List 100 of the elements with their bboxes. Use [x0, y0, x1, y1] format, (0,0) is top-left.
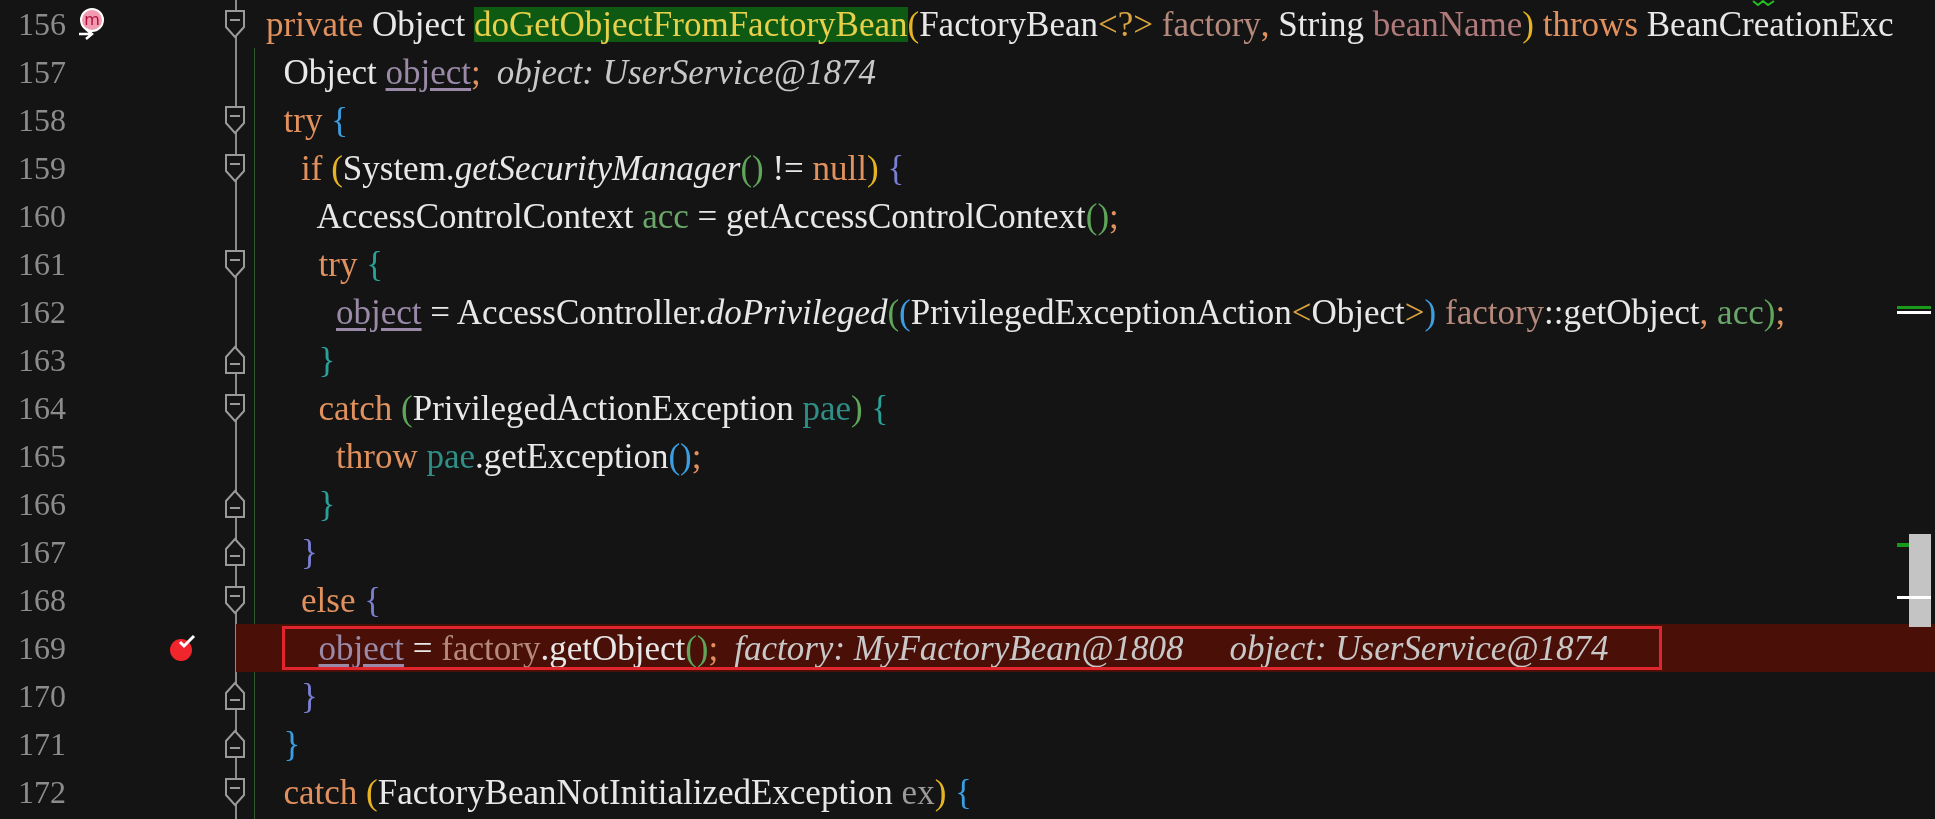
code-token: BeanCreationExc [1646, 6, 1894, 42]
scrollbar-thumb[interactable] [1909, 534, 1931, 627]
code-token: ; [1109, 198, 1119, 234]
fold-icon[interactable] [224, 105, 246, 135]
code-token: ( [331, 150, 343, 186]
code-token: Object [371, 6, 467, 42]
line-number: 163 [17, 344, 66, 376]
code-token: try [317, 246, 359, 282]
line-number: 164 [17, 392, 66, 424]
code-token: ) [1424, 294, 1437, 330]
fold-icon[interactable] [224, 585, 246, 615]
code-token: = [411, 630, 434, 666]
code-token: ex [901, 774, 935, 810]
code-token: ( [899, 294, 911, 330]
code-token: pae [426, 438, 475, 474]
code-token: > [1404, 294, 1425, 330]
line-number: 168 [17, 584, 66, 616]
code-token: } [282, 726, 301, 762]
code-token: acc [1717, 294, 1764, 330]
code-token: = getAccessControlContext [696, 198, 1086, 234]
code-token: } [300, 678, 318, 714]
code-token: () [1085, 198, 1110, 234]
code-token: { [870, 390, 889, 426]
code-token: PrivilegedActionException [412, 390, 795, 426]
code-token: doPrivileged [706, 294, 888, 330]
fold-icon[interactable] [224, 681, 246, 711]
code-token: { [331, 102, 348, 138]
code-token: ; [1775, 294, 1786, 330]
line-number: 165 [17, 440, 66, 472]
line-number: 172 [17, 776, 66, 808]
fold-icon[interactable] [224, 9, 246, 39]
code-token: System. [342, 150, 455, 186]
code-token: ) [934, 774, 947, 810]
line-number: 166 [17, 488, 66, 520]
code-token: } [300, 534, 318, 570]
code-token: object [318, 628, 405, 668]
code-token: throw [335, 438, 419, 474]
line-number: 156 [17, 8, 66, 40]
code-token: catch [282, 774, 359, 810]
code-token: beanName [1372, 6, 1523, 42]
code-token: getSecurityManager [454, 150, 741, 186]
line-number: 159 [17, 152, 66, 184]
code-token: .getObject [540, 630, 686, 666]
code-token: () [685, 630, 709, 666]
code-token: ; [708, 630, 719, 666]
code-token: factory [1160, 6, 1261, 42]
fold-icon[interactable] [224, 345, 246, 375]
code-token: <?> [1098, 6, 1153, 42]
code-token: object: UserService@1874 [1229, 630, 1609, 666]
code-token: try [282, 102, 324, 138]
change-marker [1897, 543, 1909, 547]
line-number: 169 [17, 632, 66, 664]
code-token: .getException [475, 438, 669, 474]
line-number: 170 [17, 680, 66, 712]
line-number: 160 [17, 200, 66, 232]
fold-icon[interactable] [224, 153, 246, 183]
code-token: ) [1763, 294, 1776, 330]
fold-icon[interactable] [224, 489, 246, 519]
fold-icon[interactable] [224, 393, 246, 423]
change-marker [1897, 311, 1931, 314]
code-token: () [668, 438, 692, 474]
change-marker [1897, 306, 1931, 309]
error-stripe-icon [1752, 0, 1776, 6]
code-token: else [300, 582, 357, 618]
line-number: 162 [17, 296, 66, 328]
change-marker [1897, 596, 1931, 599]
line-number: 158 [17, 104, 66, 136]
code-token: object [385, 52, 472, 92]
code-token: pae [802, 390, 852, 426]
breakpoint-icon[interactable] [168, 633, 198, 663]
fold-icon[interactable] [224, 249, 246, 279]
code-token: ( [401, 390, 413, 426]
line-number: 161 [17, 248, 66, 280]
code-token: object [336, 292, 422, 332]
code-token: ) [867, 150, 879, 186]
code-token: ( [907, 6, 920, 42]
code-token: AccessControlContext [315, 198, 635, 234]
fold-icon[interactable] [224, 729, 246, 759]
fold-icon[interactable] [224, 777, 246, 807]
code-token: } [317, 486, 336, 522]
code-token: factory: MyFactoryBean@1808 [734, 630, 1184, 666]
code-token: = AccessController. [429, 294, 707, 330]
code-token: factory [441, 630, 541, 666]
code-token: null [812, 150, 868, 186]
code-token: Object [282, 54, 378, 90]
code-token: { [954, 774, 972, 810]
code-token: acc [642, 198, 689, 234]
code-token: throws [1541, 6, 1639, 42]
code-token: ) [1522, 6, 1534, 42]
code-token: } [317, 342, 336, 378]
code-token: String [1278, 6, 1365, 42]
fold-icon[interactable] [224, 537, 246, 567]
code-token: FactoryBean [919, 6, 1098, 42]
line-number: 171 [17, 728, 66, 760]
code-token: private [266, 6, 365, 42]
code-token: ( [887, 294, 900, 330]
code-token: , [1260, 6, 1271, 42]
code-token: factory [1444, 294, 1545, 330]
code-token: if [300, 150, 324, 186]
code-token: FactoryBeanNotInitializedException [377, 774, 894, 810]
